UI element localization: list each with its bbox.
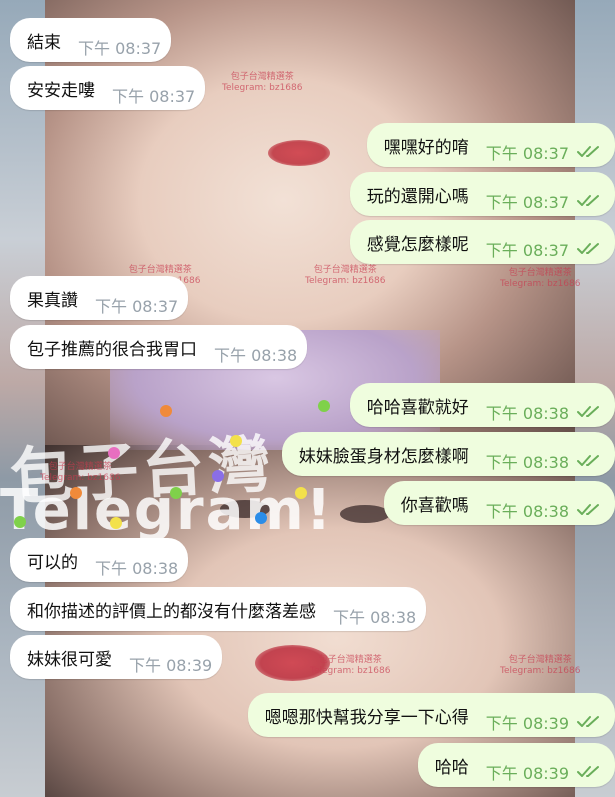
incoming-message[interactable]: 包子推薦的很合我胃口 下午 08:38	[10, 325, 308, 369]
message-time: 下午 08:38	[214, 346, 298, 365]
outgoing-message[interactable]: 哈哈 下午 08:39	[417, 743, 615, 787]
message-text: 你喜歡嗎	[400, 495, 469, 516]
message-text: 果真讚	[27, 290, 78, 311]
message-text: 可以的	[27, 552, 78, 573]
double-check-icon	[577, 243, 599, 254]
message-text: 安安走嘍	[27, 80, 95, 101]
message-time: 下午 08:37	[485, 193, 569, 212]
message-text: 結束	[27, 32, 61, 53]
message-time: 下午 08:37	[485, 144, 569, 163]
double-check-icon	[577, 455, 599, 466]
incoming-message[interactable]: 和你描述的評價上的都沒有什麼落差感 下午 08:38	[10, 587, 427, 631]
message-list[interactable]: 結束 下午 08:37 安安走嘍 下午 08:37 嘿嘿好的唷 下午 08:37…	[0, 0, 615, 797]
outgoing-message[interactable]: 嗯嗯那快幫我分享一下心得 下午 08:39	[247, 693, 615, 737]
message-text: 和你描述的評價上的都沒有什麼落差感	[27, 601, 316, 622]
message-time: 下午 08:37	[95, 297, 179, 316]
message-time: 下午 08:38	[333, 608, 417, 627]
message-time: 下午 08:37	[112, 87, 196, 106]
incoming-message[interactable]: 可以的 下午 08:38	[10, 538, 189, 582]
outgoing-message[interactable]: 你喜歡嗎 下午 08:38	[383, 481, 615, 525]
outgoing-message[interactable]: 嘿嘿好的唷 下午 08:37	[366, 123, 615, 167]
message-time: 下午 08:38	[485, 404, 569, 423]
message-text: 妹妹臉蛋身材怎麼樣啊	[298, 446, 469, 467]
message-time: 下午 08:38	[485, 453, 569, 472]
message-time: 下午 08:37	[485, 241, 569, 260]
message-text: 感覺怎麼樣呢	[366, 234, 469, 255]
message-text: 玩的還開心嗎	[366, 186, 469, 207]
message-text: 妹妹很可愛	[27, 649, 112, 670]
double-check-icon	[577, 504, 599, 515]
incoming-message[interactable]: 安安走嘍 下午 08:37	[10, 66, 206, 110]
message-time: 下午 08:38	[485, 502, 569, 521]
message-text: 哈哈喜歡就好	[366, 397, 469, 418]
message-time: 下午 08:39	[485, 764, 569, 783]
double-check-icon	[577, 716, 599, 727]
outgoing-message[interactable]: 妹妹臉蛋身材怎麼樣啊 下午 08:38	[281, 432, 615, 476]
message-time: 下午 08:38	[95, 559, 179, 578]
incoming-message[interactable]: 果真讚 下午 08:37	[10, 276, 189, 320]
double-check-icon	[577, 195, 599, 206]
message-text: 哈哈	[434, 757, 469, 778]
message-text: 包子推薦的很合我胃口	[27, 339, 197, 360]
message-time: 下午 08:39	[485, 714, 569, 733]
incoming-message[interactable]: 妹妹很可愛 下午 08:39	[10, 635, 223, 679]
outgoing-message[interactable]: 哈哈喜歡就好 下午 08:38	[349, 383, 615, 427]
double-check-icon	[577, 146, 599, 157]
double-check-icon	[577, 766, 599, 777]
outgoing-message[interactable]: 感覺怎麼樣呢 下午 08:37	[349, 220, 615, 264]
outgoing-message[interactable]: 玩的還開心嗎 下午 08:37	[349, 172, 615, 216]
message-time: 下午 08:37	[78, 39, 162, 58]
double-check-icon	[577, 406, 599, 417]
message-text: 嗯嗯那快幫我分享一下心得	[264, 707, 469, 728]
message-time: 下午 08:39	[129, 656, 213, 675]
incoming-message[interactable]: 結束 下午 08:37	[10, 18, 172, 62]
message-text: 嘿嘿好的唷	[383, 137, 469, 158]
